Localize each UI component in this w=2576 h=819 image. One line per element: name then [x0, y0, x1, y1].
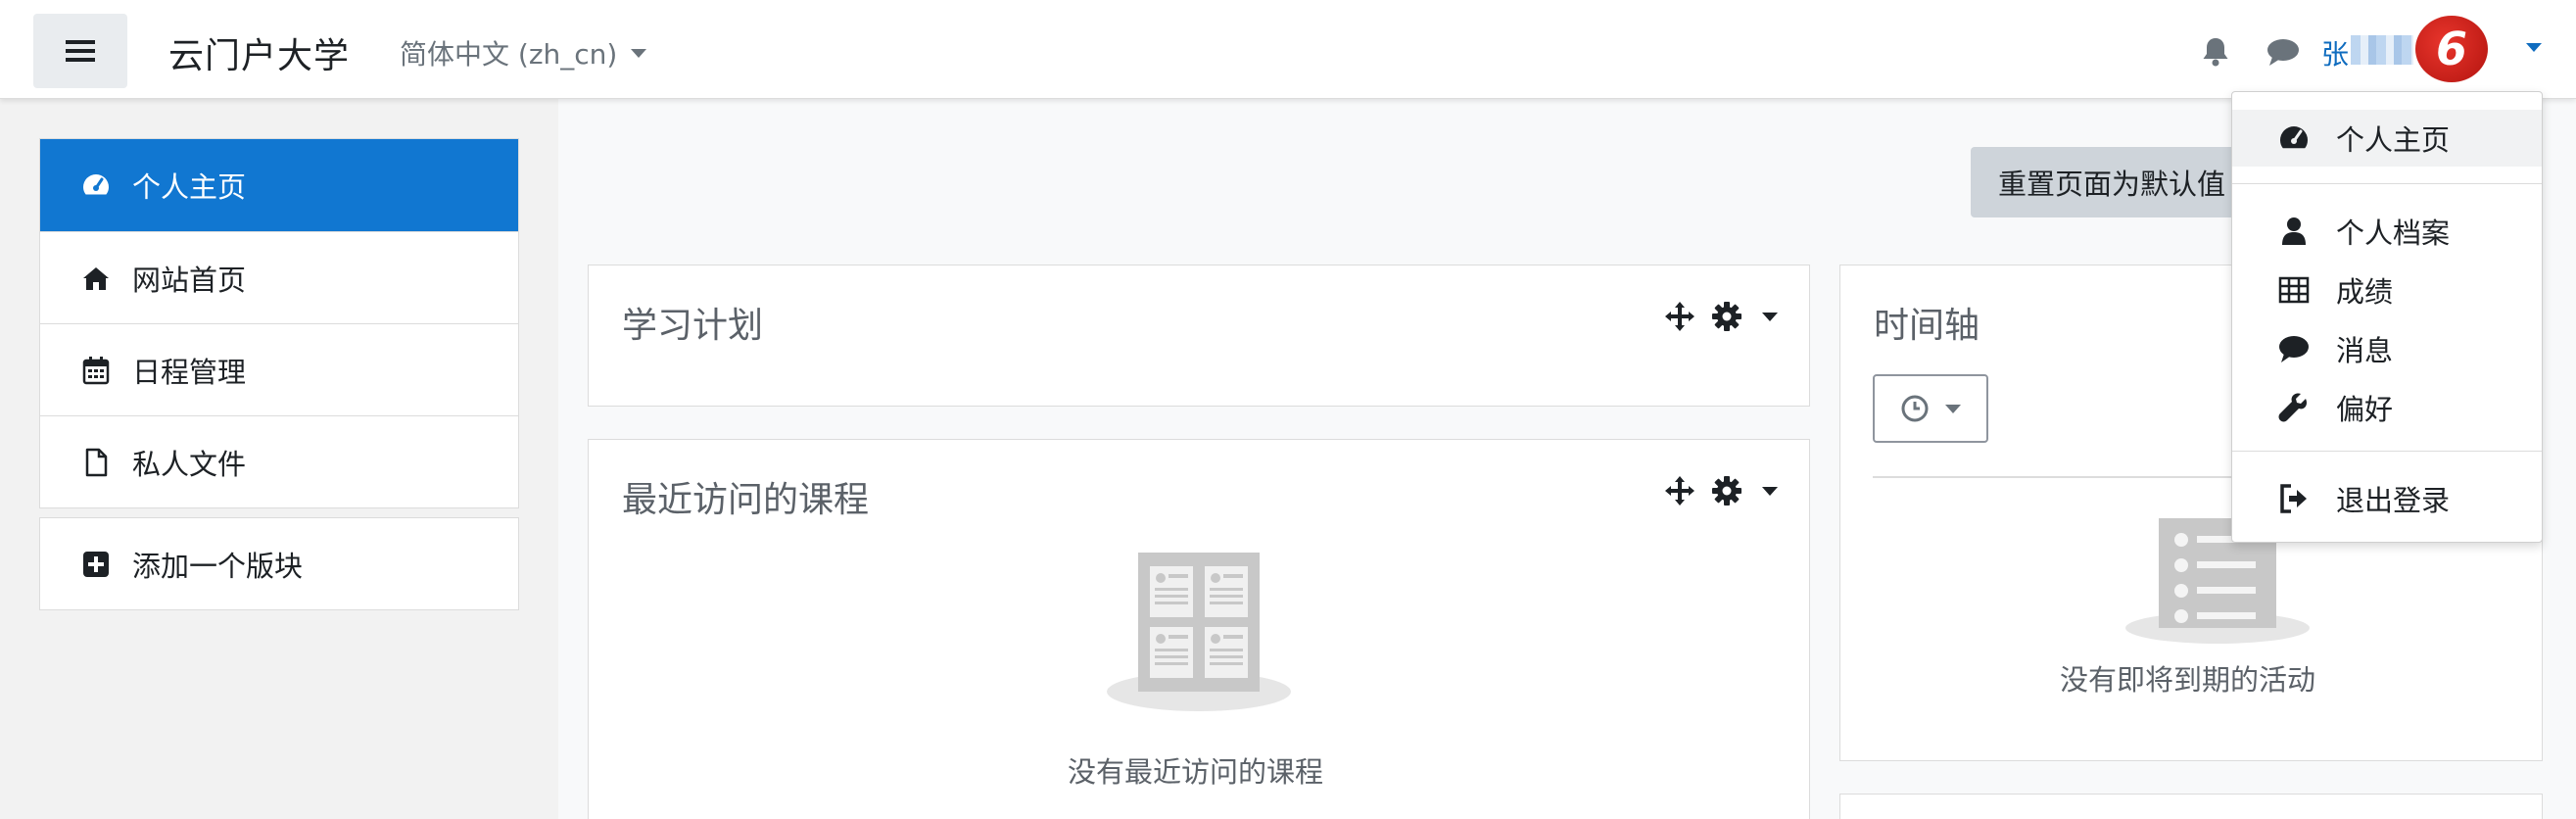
- plus-square-icon: [83, 551, 109, 577]
- menu-item-logout[interactable]: 退出登录: [2232, 470, 2542, 527]
- user-icon: [2282, 217, 2306, 245]
- chevron-down-icon: [631, 48, 647, 58]
- file-icon: [85, 448, 108, 476]
- move-icon[interactable]: [1664, 301, 1695, 332]
- sidebar-item-site-home[interactable]: 网站首页: [40, 231, 518, 323]
- chevron-down-icon[interactable]: [2526, 43, 2542, 52]
- menu-item-label: 消息: [2336, 334, 2394, 367]
- chevron-down-icon[interactable]: [1762, 312, 1778, 321]
- courses-empty-illustration-icon: [1107, 553, 1291, 711]
- menu-item-profile[interactable]: 个人档案: [2232, 203, 2542, 260]
- menu-item-dashboard[interactable]: 个人主页: [2232, 110, 2542, 167]
- timeline-filter-select[interactable]: [1873, 374, 1988, 443]
- user-name[interactable]: 张: [2321, 33, 2349, 72]
- clock-icon: [1901, 395, 1929, 422]
- dashboard-icon: [83, 174, 109, 195]
- site-name-link[interactable]: 云门户大学: [168, 27, 350, 78]
- calendar-icon: [82, 356, 110, 384]
- menu-item-preferences[interactable]: 偏好: [2232, 379, 2542, 436]
- avatar[interactable]: 6: [2415, 16, 2488, 82]
- add-block-button[interactable]: 添加一个版块: [39, 517, 519, 610]
- comment-icon: [2279, 336, 2309, 362]
- block-title: 学习计划: [622, 306, 764, 346]
- add-block-label: 添加一个版块: [132, 549, 304, 583]
- bell-icon[interactable]: [2199, 35, 2232, 69]
- menu-item-grades[interactable]: 成绩: [2232, 262, 2542, 318]
- home-icon: [83, 266, 109, 290]
- user-menu-dropdown: 个人主页 个人档案 成绩 消息 偏好 退出登录: [2231, 91, 2543, 543]
- menu-divider: [2232, 183, 2542, 184]
- block-study-plan: 学习计划: [588, 265, 1810, 407]
- block-title: 最近访问的课程: [622, 480, 870, 520]
- dashboard-icon: [2280, 126, 2308, 149]
- language-menu[interactable]: 简体中文 (zh_cn): [400, 33, 647, 72]
- top-navbar: 云门户大学 简体中文 (zh_cn) 张 6: [0, 0, 2576, 99]
- hamburger-icon: [66, 40, 95, 62]
- reset-page-button[interactable]: 重置页面为默认值: [1971, 147, 2265, 217]
- table-icon: [2278, 276, 2310, 304]
- sidebar-item-label: 日程管理: [132, 355, 247, 389]
- sidebar-item-label: 个人主页: [132, 170, 247, 204]
- menu-item-label: 成绩: [2336, 275, 2394, 309]
- language-label: 简体中文 (zh_cn): [400, 38, 618, 71]
- avatar-mark: 6: [2435, 23, 2467, 75]
- move-icon[interactable]: [1664, 475, 1695, 506]
- sidebar-item-private-files[interactable]: 私人文件: [40, 415, 518, 507]
- sidebar-item-dashboard[interactable]: 个人主页: [40, 139, 518, 231]
- sidebar-item-calendar[interactable]: 日程管理: [40, 323, 518, 415]
- menu-item-label: 偏好: [2336, 393, 2394, 426]
- empty-state-text: 没有最近访问的课程: [1068, 755, 1324, 789]
- block-recent-courses: 最近访问的课程 没有最近访问的课程: [588, 439, 1810, 819]
- gear-icon[interactable]: [1711, 301, 1742, 332]
- chevron-down-icon[interactable]: [1762, 486, 1778, 496]
- gear-icon[interactable]: [1711, 475, 1742, 506]
- menu-item-label: 个人主页: [2336, 123, 2451, 157]
- chevron-down-icon: [1945, 404, 1961, 413]
- user-name-redacted: [2351, 35, 2413, 65]
- menu-divider: [2232, 451, 2542, 452]
- sidebar-item-label: 网站首页: [132, 263, 247, 297]
- block-title: 时间轴: [1874, 306, 1980, 346]
- menu-item-messages[interactable]: 消息: [2232, 320, 2542, 377]
- drawer-toggle-button[interactable]: [33, 14, 127, 88]
- block-next: [1839, 794, 2543, 819]
- block-controls: [1664, 475, 1778, 506]
- menu-item-label: 个人档案: [2336, 217, 2451, 250]
- empty-state-text: 没有即将到期的活动: [2060, 663, 2316, 697]
- left-nav-list: 个人主页 网站首页 日程管理 私人文件: [39, 138, 519, 508]
- wrench-icon: [2278, 393, 2308, 422]
- block-controls: [1664, 301, 1778, 332]
- comment-icon[interactable]: [2266, 37, 2301, 67]
- menu-item-label: 退出登录: [2336, 484, 2451, 517]
- timeline-divider: [1873, 476, 2255, 478]
- sidebar-item-label: 私人文件: [132, 447, 247, 481]
- sign-out-icon: [2280, 484, 2307, 513]
